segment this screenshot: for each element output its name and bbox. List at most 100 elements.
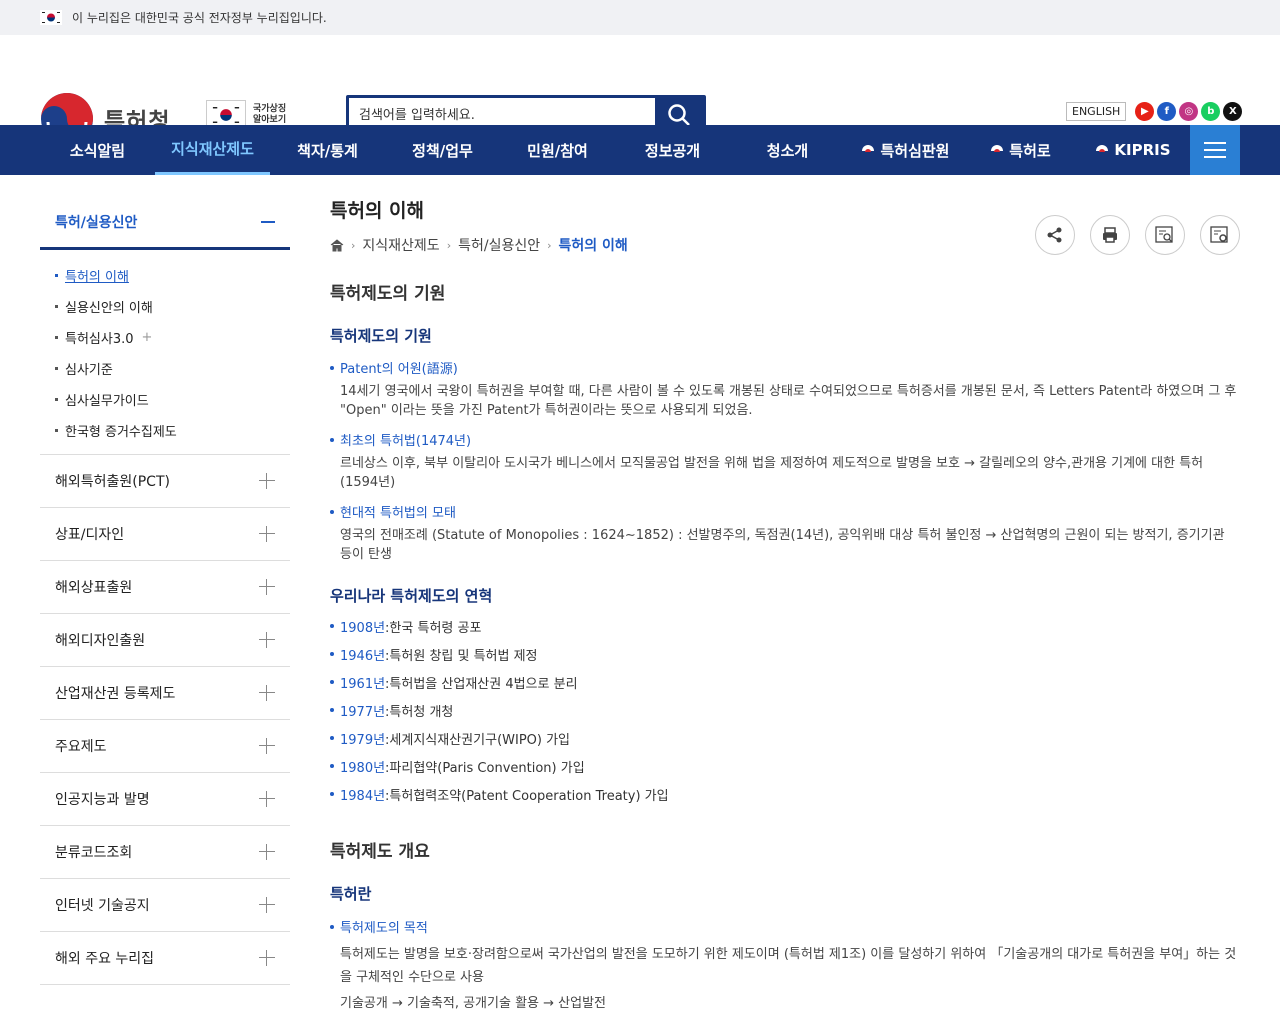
submenu-item[interactable]: 한국형 증거수집제도 (55, 415, 290, 446)
section-title: 특허제도의 기원 (330, 284, 446, 304)
submenu-label: 심사기준 (65, 363, 113, 378)
side-menu-row[interactable]: 해외 주요 누리집 (40, 932, 290, 985)
bullet-icon (330, 764, 334, 768)
print-icon (1103, 227, 1117, 243)
bullet-icon (330, 792, 334, 796)
nav-label: 정책/업무 (412, 141, 473, 160)
side-menu-row[interactable]: 인공지능과 발명 (40, 773, 290, 826)
hamburger-icon (1204, 142, 1226, 158)
side-menu-row[interactable]: 해외상표출원 (40, 561, 290, 614)
bullet-icon (330, 708, 334, 712)
nav-item-policy[interactable]: 정책/업무 (385, 125, 500, 175)
history-item: 1977년 :특허청 개청 (330, 696, 669, 724)
symbols-line1: 국가상징 (253, 104, 287, 114)
history-text: :특허협력조약(Patent Cooperation Treaty) 가입 (385, 788, 669, 804)
document-settings-icon (1210, 226, 1228, 243)
english-link[interactable]: ENGLISH (1066, 102, 1127, 121)
nav-item-news[interactable]: 소식알림 (40, 125, 155, 175)
settings-doc-button[interactable] (1200, 215, 1240, 255)
side-menu-label: 주요제도 (55, 739, 107, 755)
breadcrumb-separator: › (446, 238, 452, 252)
nav-item-civil[interactable]: 민원/참여 (500, 125, 615, 175)
submenu-label: 심사실무가이드 (65, 394, 149, 409)
topic-label-text: 현대적 특허법의 모태 (340, 506, 456, 521)
all-menu-button[interactable] (1190, 125, 1240, 175)
bullet-icon (330, 924, 334, 929)
view-detail-button[interactable] (1145, 215, 1185, 255)
nav-item-ipt[interactable]: 특허심판원 (845, 125, 965, 175)
search-icon (668, 104, 690, 126)
side-menu-row[interactable]: 해외특허출원(PCT) (40, 455, 290, 508)
topic-label-text: Patent의 어원(語源) (340, 362, 458, 377)
side-menu-open-header[interactable]: 특허/실용신안 (40, 196, 290, 250)
plus-icon (259, 526, 275, 542)
submenu-item[interactable]: 심사실무가이드 (55, 384, 290, 415)
history-text: :파리협약(Paris Convention) 가입 (385, 760, 585, 776)
gov-notice-bar: 이 누리집은 대한민국 공식 전자정부 누리집입니다. (0, 0, 1280, 35)
submenu-label: 특허심사3.0 (65, 332, 134, 347)
side-menu-row[interactable]: 인터넷 기술공지 (40, 879, 290, 932)
topic-desc: 14세기 영국에서 국왕이 특허권을 부여할 때, 다른 사람이 볼 수 있도록… (340, 384, 1237, 418)
side-menu-open-title: 특허/실용신안 (55, 214, 138, 231)
topic-label: 최초의 특허법(1474년) (330, 430, 471, 449)
breadcrumb-item[interactable]: 특허/실용신안 (458, 235, 540, 255)
side-menu-row[interactable]: 주요제도 (40, 720, 290, 773)
submenu-label: 특허의 이해 (65, 270, 129, 285)
side-menu-row[interactable]: 분류코드조회 (40, 826, 290, 879)
home-icon[interactable] (330, 238, 344, 252)
main-nav: 소식알림 지식재산제도 책자/통계 정책/업무 민원/참여 정보공개 청소개 특… (0, 125, 1280, 175)
facebook-icon[interactable]: f (1157, 102, 1177, 121)
side-menu-label: 상표/디자인 (55, 527, 125, 543)
page-tools (1020, 215, 1240, 255)
nav-item-patentro[interactable]: 특허로 (965, 125, 1075, 175)
submenu-item[interactable]: 실용신안의 이해 (55, 291, 290, 322)
topic-label-text: 최초의 특허법(1474년) (340, 434, 472, 449)
side-menu-label: 해외상표출원 (55, 580, 133, 596)
plus-icon (259, 844, 275, 860)
plus-icon (259, 950, 275, 966)
main-content: 특허의 이해 › 지식재산제도 › 특허/실용신안 › 특허의 이해 특허제도의… (330, 196, 1240, 1011)
symbols-text: 국가상징 알아보기 (253, 104, 286, 126)
submenu-item[interactable]: 특허심사3.0 + (55, 322, 290, 353)
blog-icon[interactable]: b (1201, 102, 1221, 121)
plus-icon (259, 738, 275, 754)
youtube-icon[interactable]: ▶ (1135, 102, 1155, 121)
collapse-icon (261, 220, 275, 223)
breadcrumb-current: 특허의 이해 (558, 238, 628, 254)
side-menu-row[interactable]: 상표/디자인 (40, 508, 290, 561)
x-icon[interactable]: X (1223, 102, 1243, 121)
side-menu-label: 인공지능과 발명 (55, 792, 150, 808)
bullet-icon (55, 336, 58, 339)
history-year: 1984년 (340, 788, 386, 804)
nav-label: 책자/통계 (297, 141, 358, 160)
purpose-flow: 기술공개 → 기술축적, 공개기술 활용 → 산업발전 (340, 996, 606, 1011)
nav-item-kipris[interactable]: KIPRIS (1075, 125, 1190, 175)
side-menu-label: 해외특허출원(PCT) (55, 474, 170, 490)
side-menu-row[interactable]: 산업재산권 등록제도 (40, 667, 290, 720)
share-icon (1047, 227, 1062, 243)
submenu-item[interactable]: 특허의 이해 (55, 260, 290, 291)
nav-item-ip-system[interactable]: 지식재산제도 (155, 125, 270, 175)
plus-icon (259, 685, 275, 701)
side-menu-row[interactable]: 해외디자인출원 (40, 614, 290, 667)
emblem-mark-icon (862, 145, 875, 152)
nav-item-disclosure[interactable]: 정보공개 (615, 125, 730, 175)
print-button[interactable] (1090, 215, 1130, 255)
expand-icon[interactable]: + (142, 330, 153, 345)
share-button[interactable] (1035, 215, 1075, 255)
topic-label-text: 특허제도의 목적 (340, 921, 428, 936)
bullet-icon (330, 437, 334, 442)
side-menu-label: 분류코드조회 (55, 845, 133, 861)
instagram-icon[interactable]: ◎ (1179, 102, 1199, 121)
nav-item-publications[interactable]: 책자/통계 (270, 125, 385, 175)
nav-item-about[interactable]: 청소개 (730, 125, 845, 175)
breadcrumb-item[interactable]: 지식재산제도 (362, 235, 439, 255)
history-year: 1961년 (340, 676, 386, 692)
history-list: 1908년 :한국 특허령 공포 1946년 :특허원 창립 및 특허법 제정 … (330, 612, 669, 808)
history-year: 1979년 (340, 732, 386, 748)
history-text: :세계지식재산권기구(WIPO) 가입 (385, 732, 571, 748)
side-menu-label: 인터넷 기술공지 (55, 898, 150, 914)
submenu-item[interactable]: 심사기준 (55, 353, 290, 384)
topic-desc: 특허제도는 발명을 보호·장려함으로써 국가산업의 발전을 도모하기 위한 제도… (340, 947, 1237, 985)
side-submenu: 특허의 이해 실용신안의 이해 특허심사3.0 + 심사기준 심사실무가이드 한국… (40, 250, 290, 455)
